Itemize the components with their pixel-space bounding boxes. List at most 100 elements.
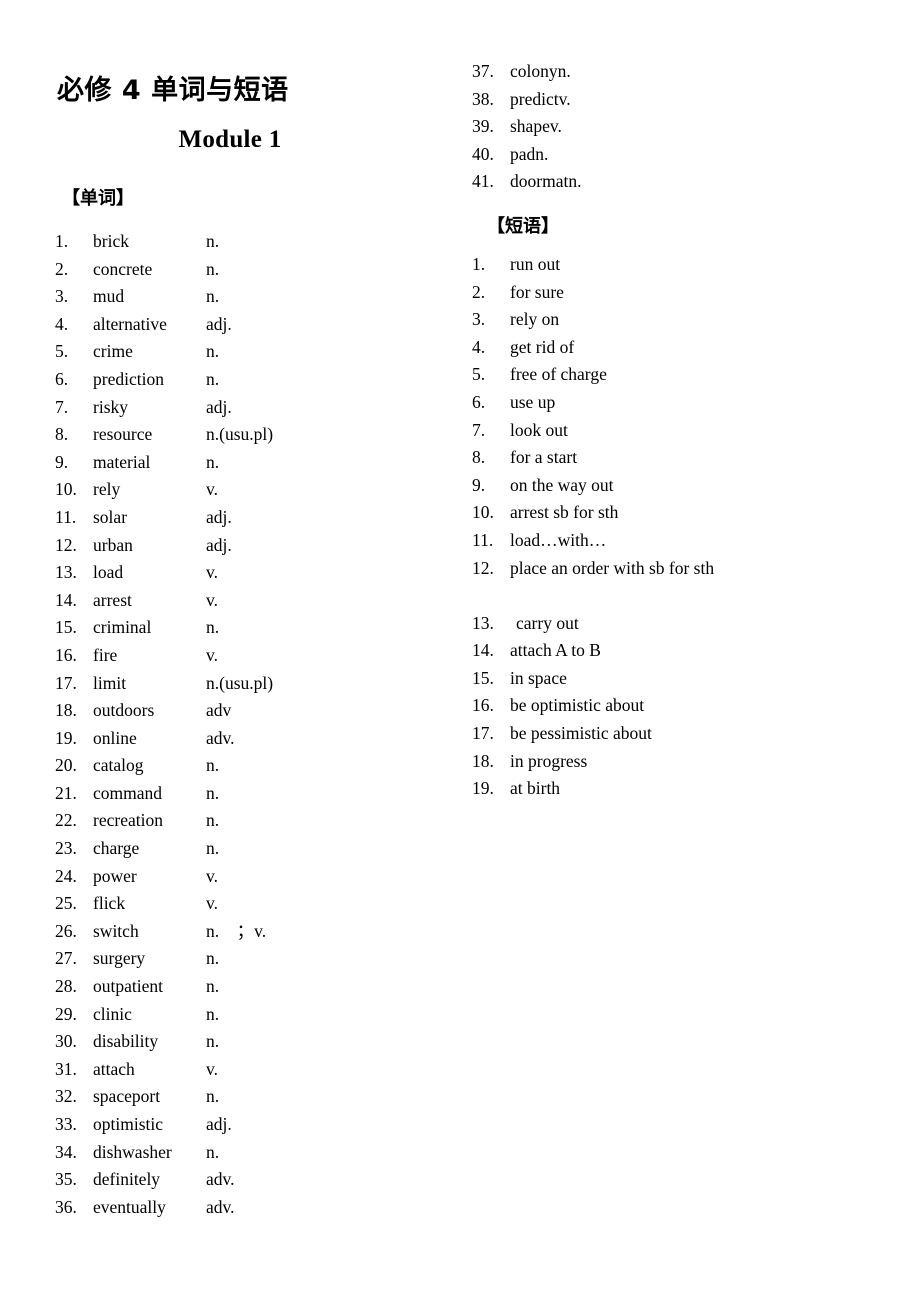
word-entry: 10. rely v. [55,476,455,504]
phrase-entry-number: 15. [472,667,494,688]
phrases-heading-spacer [472,196,902,251]
phrase-entry-term: in progress [510,750,588,771]
phrase-entry-number: 8. [472,447,486,468]
word-entry: 14. arrest v. [55,587,455,615]
phrase-entry-term: run out [510,253,561,274]
phrase-entry-number: 17. [472,723,494,744]
word-entry: 5. crime n. [55,338,455,366]
word-entry-part-of-speech: v. [206,479,218,500]
word-entry-number: 32. [55,1086,77,1107]
phrase-entry: 4. get rid of [472,334,902,362]
phrase-entry-term: use up [510,391,556,412]
phrase-entry-number: 5. [472,364,486,385]
word-entry-term: rely [93,479,121,500]
phrase-entry-term: arrest sb for sth [510,502,619,523]
phrase-entry: 12. place an order with sb for sth [472,555,902,583]
word-entry: 11. solar adj. [55,504,455,532]
word-entry: 13. load v. [55,559,455,587]
word-entry-part-of-speech: n. [568,171,582,192]
phrase-entry-term: on the way out [510,474,614,495]
word-entry-term: doormat [510,171,569,192]
word-entry-part-of-speech: adv. [206,1169,235,1190]
word-entry-number: 28. [55,976,77,997]
word-entry-number: 37. [472,61,494,81]
phrase-entry-number: 11. [472,529,494,550]
word-entry: 3. mud n. [55,283,455,311]
document-page: 必修 4 单词与短语 Module 1 【单词】 【短语】 1. brick n. 2… [0,0,920,1300]
section-heading-words: 【单词】 [62,188,134,209]
phrase-entry-term: in space [510,667,567,688]
word-entry: 39. shapev. [472,113,902,141]
word-entry-part-of-speech: n. [206,617,220,638]
word-entry-term: power [93,865,137,886]
word-entry-number: 40. [472,143,494,164]
word-entry-term: mud [93,286,125,307]
phrase-entry: 6. use up [472,389,902,417]
word-entry: 19. online adv. [55,725,455,753]
word-entry-term: charge [93,838,140,859]
word-entry-part-of-speech: n. [206,231,220,251]
phrase-entry: 18. in progress [472,748,902,776]
word-entry-number: 17. [55,672,77,693]
word-entry-number: 22. [55,810,77,831]
word-entry: 2. concrete n. [55,256,455,284]
phrase-entry: 17. be pessimistic about [472,720,902,748]
word-entry-term: risky [93,396,128,417]
word-entry-part-of-speech: n. [206,1003,220,1024]
right-column: 37. colonyn. 38. predictv. 39. shapev. 40. padn… [472,58,902,803]
word-entry-term: fire [93,644,118,665]
word-entry: 29. clinic n. [55,1001,455,1029]
phrase-entry-number: 10. [472,502,494,523]
word-entry-part-of-speech: n. [206,1031,220,1052]
phrase-entry: 7. look out [472,417,902,445]
word-entry-number: 29. [55,1003,77,1024]
word-entry: 18. outdoors adv [55,697,455,725]
phrase-entry: 16. be optimistic about [472,692,902,720]
word-entry: 22. recreation n. [55,807,455,835]
word-entry: 7. risky adj. [55,394,455,422]
word-entry: 32. spaceport n. [55,1083,455,1111]
word-entry-number: 36. [55,1196,77,1217]
phrase-entry: 11. load…with… [472,527,902,555]
word-entry-number: 19. [55,727,77,748]
word-entry-number: 16. [55,644,77,665]
word-entry-part-of-speech: n.(usu.pl) [206,424,274,445]
phrase-entry-number: 6. [472,391,486,412]
word-entry-number: 38. [472,88,494,109]
phrase-entry-term: for sure [510,281,564,302]
word-entry-number: 5. [55,341,69,362]
word-entry-term: surgery [93,948,146,969]
word-entry-part-of-speech: v. [206,893,218,914]
word-entry-part-of-speech: n. [206,451,220,472]
word-entry-term: urban [93,534,133,555]
phrase-entry-number: 12. [472,557,494,578]
word-entry: 33. optimistic adj. [55,1111,455,1139]
word-entry-part-of-speech: v. [206,589,218,610]
word-entry-number: 4. [55,313,69,334]
phrase-entry: 3. rely on [472,306,902,334]
phrase-entry-number: 3. [472,309,486,330]
word-entry-term: definitely [93,1169,161,1190]
word-entry-part-of-speech: adj. [206,534,232,555]
word-entry-number: 27. [55,948,77,969]
phrase-entry-term: load…with… [510,529,607,550]
word-entry: 8. resource n.(usu.pl) [55,421,455,449]
word-entry-part-of-speech: adv. [206,1196,235,1217]
word-entry-number: 14. [55,589,77,610]
word-entry: 28. outpatient n. [55,973,455,1001]
word-entry-number: 39. [472,116,494,137]
phrase-entry-term: for a start [510,447,578,468]
word-entry: 6. prediction n. [55,366,455,394]
word-entry-term: spaceport [93,1086,161,1107]
word-entry-part-of-speech: v. [558,88,571,109]
phrase-entry-term: look out [510,419,568,440]
word-entry: 31. attach v. [55,1056,455,1084]
word-entry: 9. material n. [55,449,455,477]
word-entry-part-of-speech: n. [206,1141,220,1162]
phrase-entry-number: 18. [472,750,494,771]
word-entry-number: 30. [55,1031,77,1052]
word-entry-part-of-speech: adj. [206,1114,232,1134]
word-entry-number: 7. [55,396,69,417]
word-entry-term: prediction [93,368,164,389]
word-entry-term: eventually [93,1196,166,1217]
